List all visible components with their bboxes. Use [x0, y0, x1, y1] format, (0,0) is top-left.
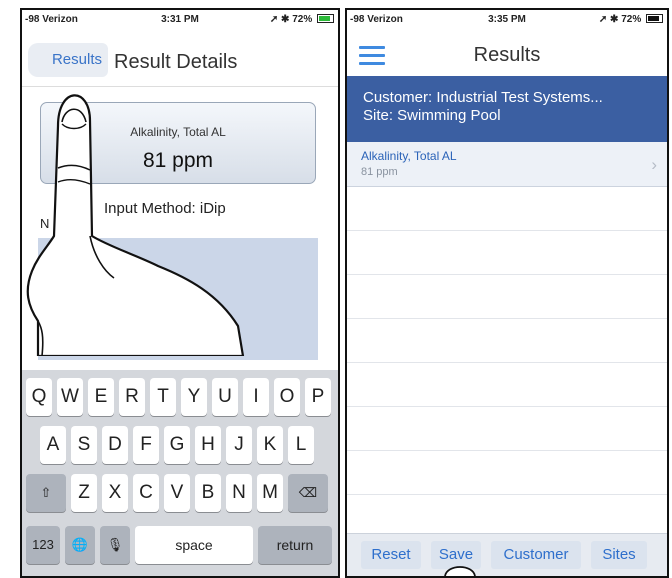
- key-n[interactable]: N: [226, 474, 252, 512]
- key-m[interactable]: M: [257, 474, 283, 512]
- notes-label: N: [40, 216, 50, 231]
- location-icon: ➚: [598, 14, 608, 25]
- list-divider: [347, 450, 667, 451]
- list-divider: [347, 318, 667, 319]
- chevron-right-icon: ›: [651, 155, 657, 174]
- battery-percent: 72%: [292, 14, 313, 25]
- parameter-value: 81 ppm: [142, 149, 214, 172]
- delete-key[interactable]: ⌫: [288, 474, 328, 512]
- result-value: 81 ppm: [361, 166, 398, 178]
- fingertip-illustration: [444, 566, 476, 576]
- parameter-name: Alkalinity, Total AL: [130, 125, 226, 139]
- key-e[interactable]: E: [88, 378, 114, 416]
- input-method-label: Input Method: iDip: [104, 200, 226, 217]
- site-label: Site: Swimming Pool: [363, 107, 501, 124]
- key-w[interactable]: W: [57, 378, 83, 416]
- key-d[interactable]: D: [102, 426, 128, 464]
- key-j[interactable]: J: [226, 426, 252, 464]
- key-z[interactable]: Z: [71, 474, 97, 512]
- globe-icon[interactable]: 🌐: [65, 526, 95, 564]
- keyboard-row-1: QWERTYUIOP: [26, 378, 338, 416]
- customer-button[interactable]: Customer: [491, 541, 581, 569]
- battery-icon: [646, 14, 663, 23]
- key-q[interactable]: Q: [26, 378, 52, 416]
- navigation-bar: Results Result Details: [22, 36, 338, 87]
- bluetooth-icon: ✱: [281, 14, 290, 25]
- shift-key[interactable]: ⇧: [26, 474, 66, 512]
- results-list-screen: -98 Verizon 3:35 PM ➚ ✱ 72% Results Cust…: [345, 8, 669, 578]
- key-k[interactable]: K: [257, 426, 283, 464]
- battery-percent: 72%: [621, 14, 642, 25]
- sites-button[interactable]: Sites: [591, 541, 647, 569]
- keyboard-row-3: ⇧ ZXCVBNM ⌫: [26, 474, 338, 512]
- notes-textarea[interactable]: [38, 238, 318, 360]
- key-p[interactable]: P: [305, 378, 331, 416]
- result-parameter: Alkalinity, Total AL: [361, 149, 457, 163]
- key-g[interactable]: G: [164, 426, 190, 464]
- list-divider: [347, 362, 667, 363]
- back-to-results-button[interactable]: Results: [28, 43, 108, 77]
- key-v[interactable]: V: [164, 474, 190, 512]
- space-key[interactable]: space: [135, 526, 253, 564]
- page-title: Results: [473, 44, 541, 66]
- return-key[interactable]: return: [258, 526, 332, 564]
- key-r[interactable]: R: [119, 378, 145, 416]
- key-h[interactable]: H: [195, 426, 221, 464]
- result-list-item[interactable]: Alkalinity, Total AL 81 ppm ›: [347, 142, 667, 187]
- key-o[interactable]: O: [274, 378, 300, 416]
- navigation-bar: Results: [347, 34, 667, 78]
- result-card[interactable]: Alkalinity, Total AL 81 ppm: [40, 102, 316, 184]
- key-x[interactable]: X: [102, 474, 128, 512]
- key-b[interactable]: B: [195, 474, 221, 512]
- page-title: Result Details: [114, 51, 238, 73]
- list-divider: [347, 494, 667, 495]
- onscreen-keyboard: QWERTYUIOP ASDFGHJKL ⇧ ZXCVBNM ⌫ 123 🌐 🎙…: [22, 370, 338, 576]
- keyboard-row-4: 123 🌐 🎙 space return: [26, 526, 338, 564]
- battery-indicator: ➚ ✱ 72%: [270, 14, 334, 25]
- key-s[interactable]: S: [71, 426, 97, 464]
- status-bar: -98 Verizon 3:31 PM ➚ ✱ 72%: [22, 10, 338, 30]
- list-divider: [347, 406, 667, 407]
- reset-button[interactable]: Reset: [361, 541, 421, 569]
- key-y[interactable]: Y: [181, 378, 207, 416]
- key-t[interactable]: T: [150, 378, 176, 416]
- key-i[interactable]: I: [243, 378, 269, 416]
- battery-indicator: ➚ ✱ 72%: [599, 14, 663, 25]
- result-details-screen: -98 Verizon 3:31 PM ➚ ✱ 72% Results Resu…: [20, 8, 340, 578]
- key-c[interactable]: C: [133, 474, 159, 512]
- customer-label: Customer: Industrial Test Systems...: [363, 89, 603, 106]
- battery-icon: [317, 14, 334, 23]
- key-l[interactable]: L: [288, 426, 314, 464]
- bluetooth-icon: ✱: [610, 14, 619, 25]
- location-icon: ➚: [269, 14, 279, 25]
- bottom-toolbar: Reset Save Customer Sites: [347, 533, 667, 576]
- keyboard-row-2: ASDFGHJKL: [40, 426, 338, 464]
- status-bar: -98 Verizon 3:35 PM ➚ ✱ 72%: [347, 10, 667, 30]
- list-divider: [347, 274, 667, 275]
- keyboard-letter-keys: ZXCVBNM: [71, 474, 283, 512]
- key-a[interactable]: A: [40, 426, 66, 464]
- microphone-icon[interactable]: 🎙: [100, 526, 130, 564]
- key-u[interactable]: U: [212, 378, 238, 416]
- key-f[interactable]: F: [133, 426, 159, 464]
- numbers-key[interactable]: 123: [26, 526, 60, 564]
- list-divider: [347, 230, 667, 231]
- customer-site-header: Customer: Industrial Test Systems... Sit…: [347, 76, 667, 142]
